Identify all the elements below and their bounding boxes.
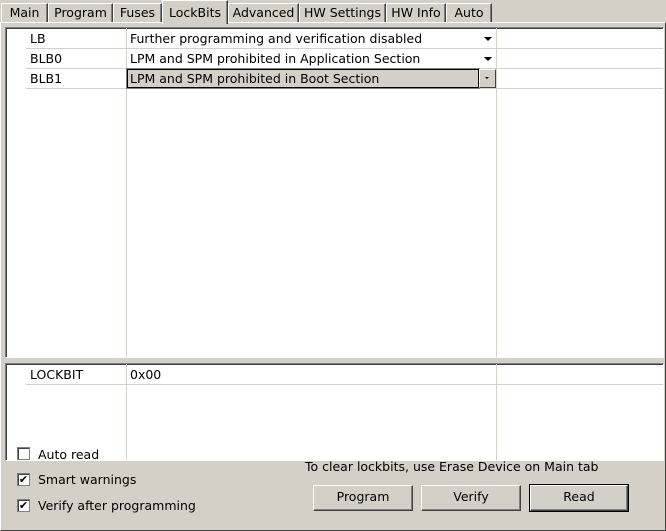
grid-row-divider [26,88,663,89]
chevron-down-icon[interactable] [484,57,492,61]
tab-bar: Main Program Fuses LockBits Advanced HW … [0,0,666,24]
blb1-dropdown-button[interactable] [479,69,496,88]
tab-hw-settings[interactable]: HW Settings [299,3,386,22]
grid-column-divider [126,364,127,460]
lockbit-name-blb1: BLB1 [30,71,63,86]
smart-warnings-label: Smart warnings [38,472,137,487]
auto-read-checkbox[interactable] [17,447,30,460]
tab-hw-info[interactable]: HW Info [386,3,446,22]
verify-after-programming-checkbox[interactable]: ✔ [17,499,30,512]
tab-advanced[interactable]: Advanced [228,3,299,22]
lockbyte-name: LOCKBIT [30,367,84,382]
tab-fuses[interactable]: Fuses [113,3,162,22]
read-button[interactable]: Read [529,484,629,512]
lockbits-hint: To clear lockbits, use Erase Device on M… [305,459,599,474]
tab-main[interactable]: Main [1,3,48,22]
blb1-combobox-text: LPM and SPM prohibited in Boot Section [130,71,380,86]
grid-column-divider [496,28,497,357]
lockbits-grid[interactable]: LB Further programming and verification … [5,27,664,358]
lockbyte-value[interactable]: 0x00 [130,365,161,384]
tab-auto[interactable]: Auto [446,3,492,22]
chevron-down-icon [485,77,489,79]
tab-lockbits[interactable]: LockBits [162,0,228,24]
smart-warnings-checkbox[interactable]: ✔ [17,473,30,486]
grid-column-divider [496,364,497,460]
lockbit-name-lb: LB [30,31,46,46]
lockbit-value-lb[interactable]: Further programming and verification dis… [130,29,422,48]
verify-button[interactable]: Verify [421,485,521,511]
tab-program[interactable]: Program [48,3,113,22]
chevron-down-icon[interactable] [484,37,492,41]
lockbit-name-blb0: BLB0 [30,51,63,66]
verify-after-programming-label: Verify after programming [38,498,196,513]
grid-row-divider [26,384,663,385]
program-button[interactable]: Program [313,485,413,511]
lockbits-panel: LB Further programming and verification … [0,22,666,531]
lockbyte-grid[interactable]: LOCKBIT 0x00 [5,363,664,461]
blb1-combobox[interactable]: LPM and SPM prohibited in Boot Section [126,68,480,89]
lockbit-value-blb0[interactable]: LPM and SPM prohibited in Application Se… [130,49,420,68]
auto-read-label: Auto read [38,447,100,462]
